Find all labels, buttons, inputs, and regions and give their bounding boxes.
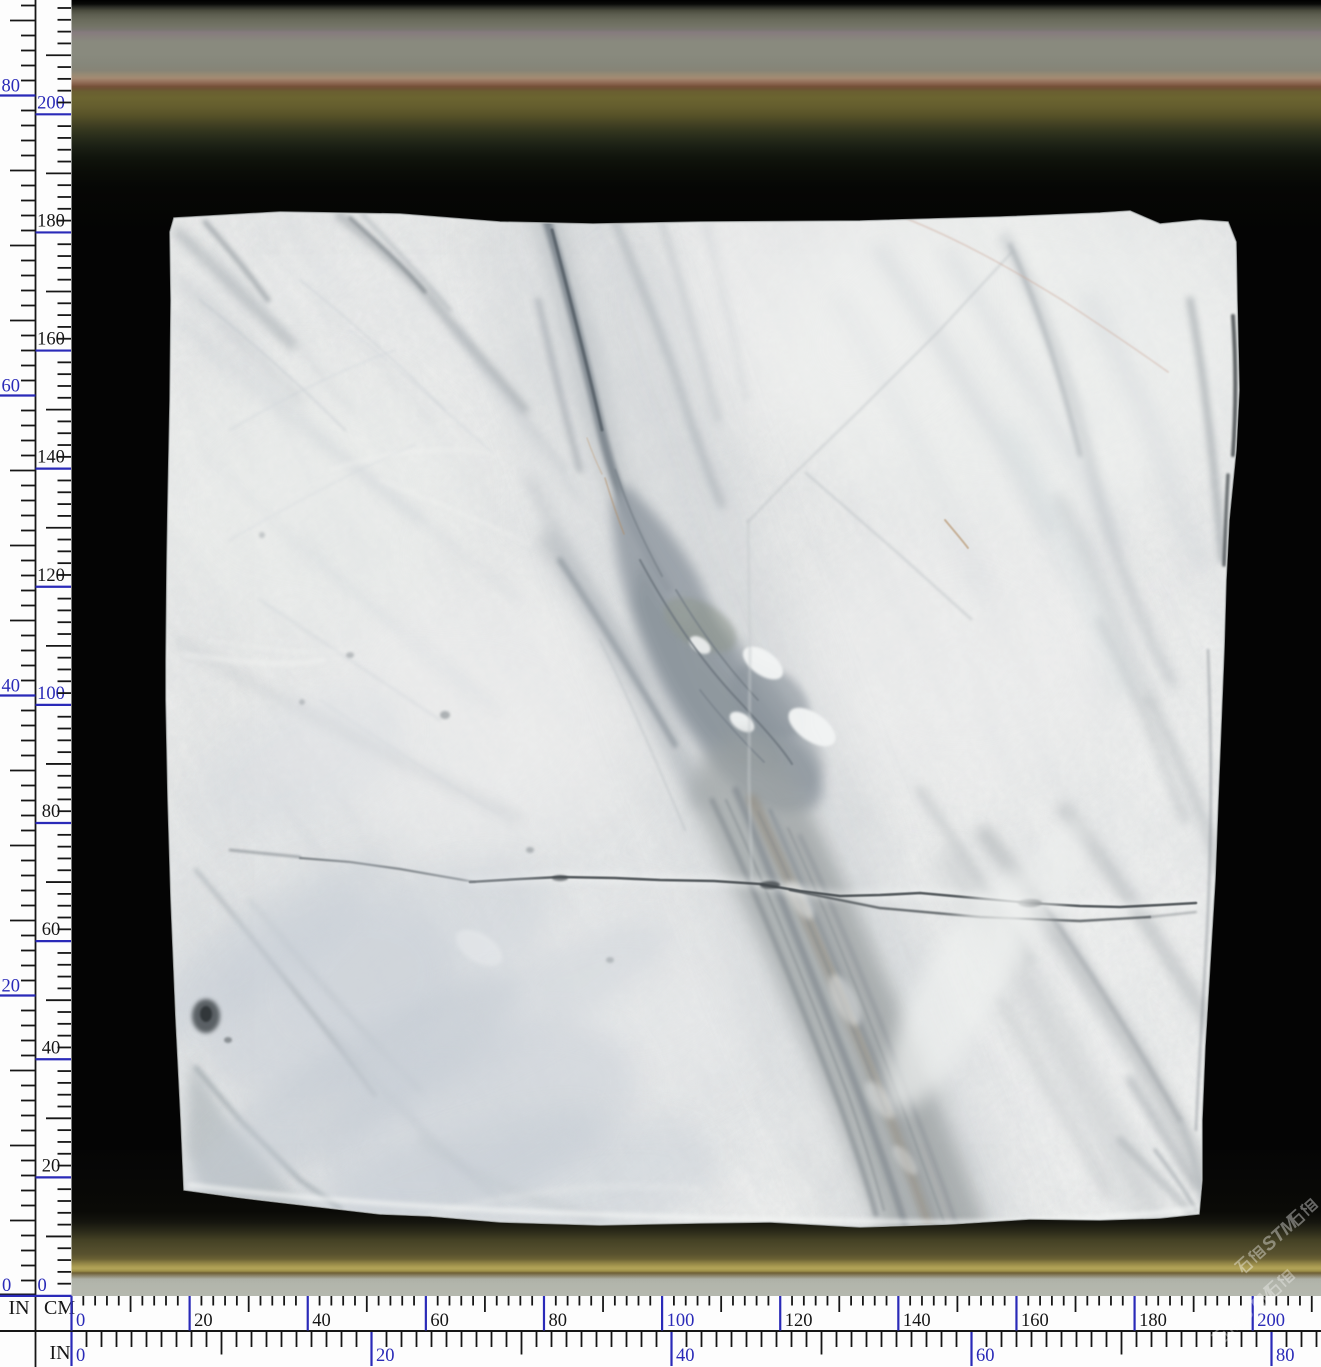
svg-text:40: 40 (2, 677, 21, 697)
svg-text:20: 20 (42, 1156, 61, 1176)
svg-text:160: 160 (1021, 1311, 1049, 1331)
svg-text:80: 80 (2, 77, 21, 97)
svg-text:60: 60 (976, 1346, 995, 1366)
svg-text:0: 0 (76, 1346, 85, 1366)
svg-text:IN: IN (50, 1342, 71, 1364)
svg-text:IN: IN (9, 1297, 30, 1319)
svg-text:80: 80 (1276, 1346, 1295, 1366)
svg-text:0: 0 (2, 1276, 11, 1296)
svg-text:60: 60 (2, 377, 21, 397)
svg-text:80: 80 (548, 1311, 567, 1331)
svg-text:40: 40 (676, 1346, 695, 1366)
svg-text:20: 20 (2, 977, 21, 997)
svg-text:60: 60 (42, 920, 61, 940)
svg-text:80: 80 (42, 802, 61, 822)
svg-text:180: 180 (1139, 1311, 1167, 1331)
svg-text:20: 20 (194, 1311, 213, 1331)
svg-text:0: 0 (76, 1311, 85, 1331)
svg-text:20: 20 (376, 1346, 395, 1366)
svg-text:120: 120 (785, 1311, 813, 1331)
svg-text:60: 60 (430, 1311, 449, 1331)
svg-text:0: 0 (38, 1276, 47, 1296)
svg-text:40: 40 (42, 1038, 61, 1058)
svg-text:40: 40 (312, 1311, 331, 1331)
svg-text:140: 140 (903, 1311, 931, 1331)
svg-text:100: 100 (667, 1311, 695, 1331)
